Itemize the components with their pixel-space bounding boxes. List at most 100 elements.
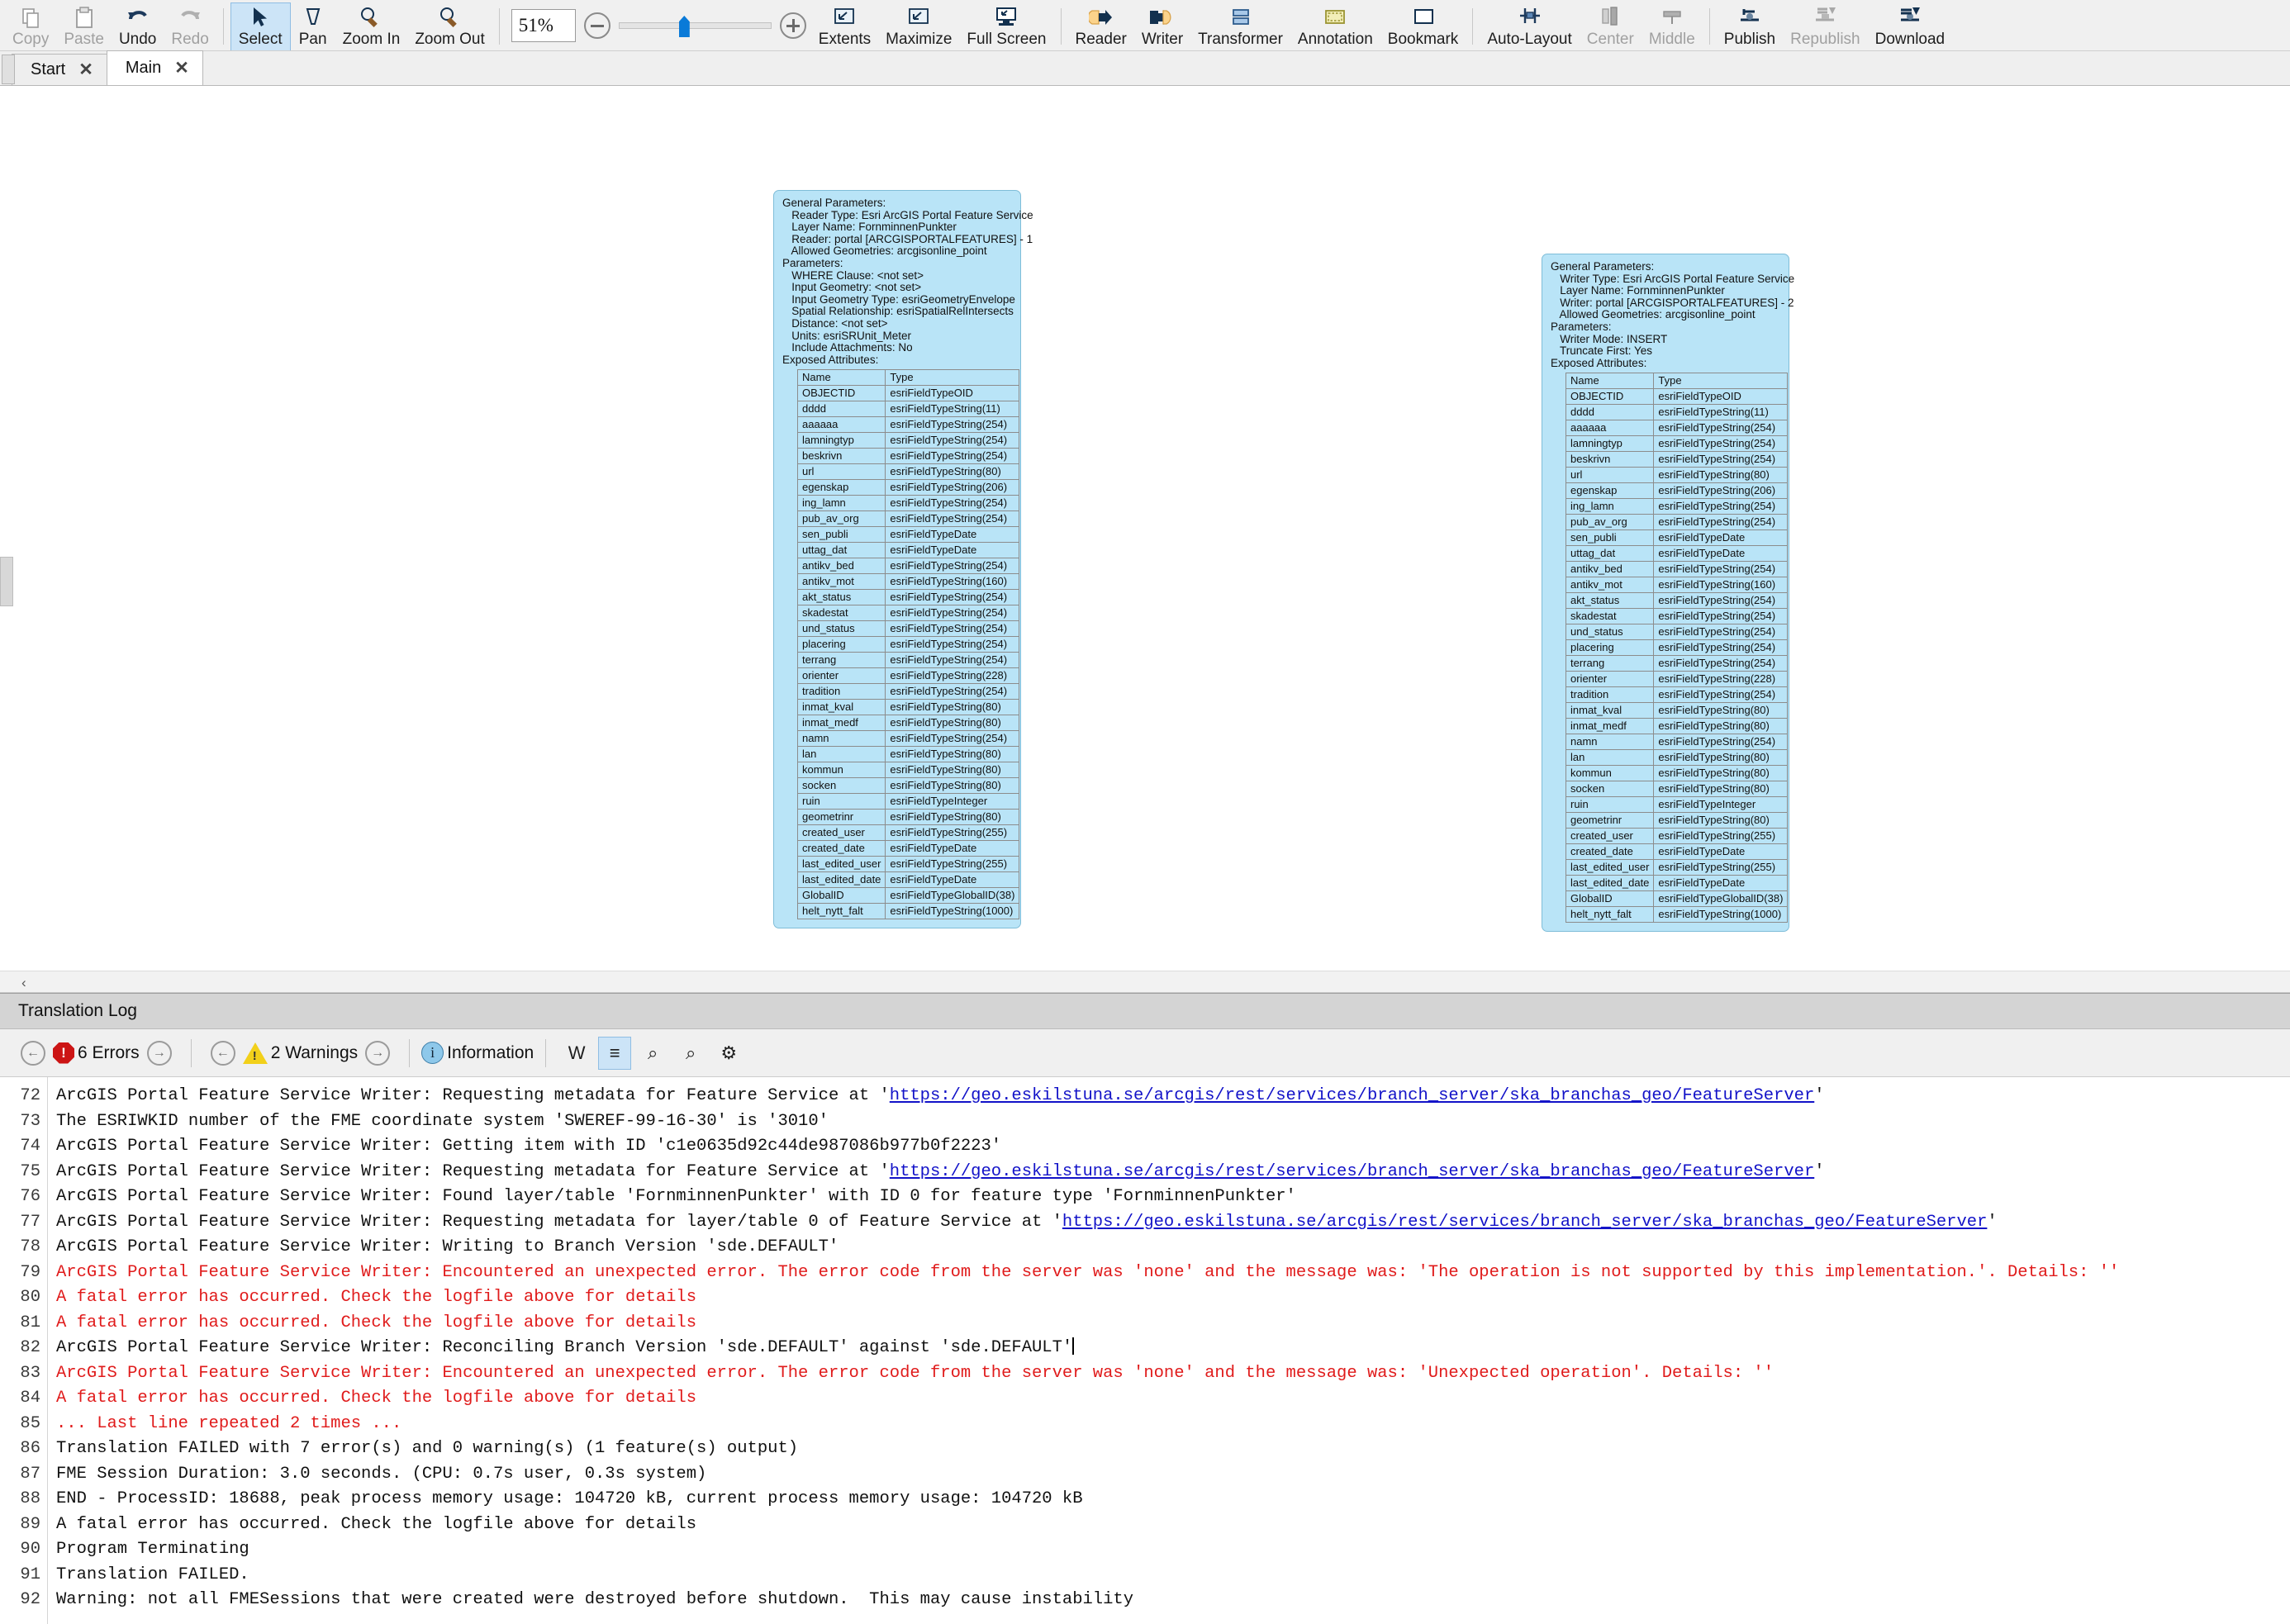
annotation-line: Exposed Attributes: <box>782 353 879 366</box>
attribute-name-cell: antikv_mot <box>796 573 886 591</box>
toolbar-button-bookmark[interactable]: Bookmark <box>1380 2 1466 50</box>
attribute-type-cell: esriFieldTypeString(11) <box>1653 404 1789 421</box>
workspace-tab-main[interactable]: Main ✕ <box>106 50 203 85</box>
attribute-type-cell: esriFieldTypeDate <box>885 840 1020 857</box>
attribute-name-cell: dddd <box>1565 404 1655 421</box>
attribute-row: url esriFieldTypeString(80) <box>796 463 1020 481</box>
next-error-button[interactable]: → <box>146 1040 172 1066</box>
annotation-line: Include Attachments: No <box>782 341 913 354</box>
toolbar-button-reader[interactable]: Reader <box>1068 2 1134 50</box>
log-text: Translation FAILED. <box>56 1565 249 1584</box>
toolbar-button-undo[interactable]: Undo <box>112 2 164 50</box>
toolbar-button-full-screen[interactable]: Full Screen <box>959 2 1053 50</box>
toolbar-button-writer[interactable]: Writer <box>1134 2 1190 50</box>
log-link[interactable]: https://geo.eskilstuna.se/arcgis/rest/se… <box>890 1162 1814 1181</box>
toolbar-insert-group: Reader Writer Transformer Annotation Bookmar… <box>1068 2 1466 50</box>
zoom-slider-thumb[interactable] <box>678 16 690 37</box>
log-text-area[interactable]: 72 73 74 75 76 77 78 79 80 81 82 83 84 85 86 87 88 89 90 91… <box>0 1077 2290 1624</box>
attribute-type-cell: esriFieldTypeString(254) <box>885 620 1020 638</box>
toolbar-button-label: Transformer <box>1198 31 1283 49</box>
copy-icon <box>18 6 43 31</box>
settings-gear-icon[interactable]: ⚙ <box>712 1037 745 1070</box>
attribute-row: und_status esriFieldTypeString(254) <box>796 620 1020 638</box>
toolbar-button-redo[interactable]: Redo <box>164 2 216 50</box>
zoom-slider[interactable] <box>618 16 772 37</box>
scroll-left-arrow-icon[interactable]: ‹ <box>21 975 26 991</box>
toolbar-tool-group: Select Pan Zoom In Zoom Out <box>230 2 492 50</box>
toolbar-button-paste[interactable]: Paste <box>56 2 112 50</box>
tab-close-icon[interactable]: ✕ <box>78 59 93 80</box>
writer-annotation-box[interactable]: General Parameters: Writer Type: Esri Ar… <box>1542 254 1794 933</box>
workspace-canvas[interactable]: General Parameters: Reader Type: Esri Ar… <box>0 86 2290 993</box>
tab-close-icon[interactable]: ✕ <box>174 58 189 78</box>
workspace-tab-start[interactable]: Start ✕ <box>12 54 107 85</box>
attribute-row: uttag_dat esriFieldTypeDate <box>796 542 1020 559</box>
attribute-row: GlobalID esriFieldTypeGlobalID(38) <box>1565 890 1789 908</box>
zoom-level-input[interactable]: 51% <box>511 9 576 42</box>
attribute-name-cell: placering <box>1565 639 1655 657</box>
zoom-plus-icon[interactable] <box>779 12 806 39</box>
log-line: ArcGIS Portal Feature Service Writer: Ge… <box>56 1134 2290 1160</box>
find-icon[interactable]: ⌕ <box>636 1037 669 1070</box>
toolbar-button-label: Bookmark <box>1387 31 1459 49</box>
attribute-row: terrang esriFieldTypeString(254) <box>796 652 1020 669</box>
zoom-minus-icon[interactable] <box>583 12 611 39</box>
attribute-row: namn esriFieldTypeString(254) <box>1565 734 1789 751</box>
log-link[interactable]: https://geo.eskilstuna.se/arcgis/rest/se… <box>1062 1213 1987 1232</box>
line-numbers-icon[interactable]: ≡ <box>598 1036 632 1070</box>
find-next-icon[interactable]: ⌕ <box>674 1037 707 1070</box>
attribute-row: lan esriFieldTypeString(80) <box>1565 749 1789 767</box>
align-middle-icon <box>1660 6 1684 31</box>
attribute-type-cell: esriFieldTypeDate <box>1653 545 1789 563</box>
prev-warning-button[interactable]: ← <box>210 1040 235 1066</box>
toolbar-button-publish[interactable]: Publish <box>1717 2 1783 50</box>
log-line: A fatal error has occurred. Check the lo… <box>56 1386 2290 1412</box>
pan-hand-icon <box>301 6 325 31</box>
log-line-number: 90 <box>20 1540 40 1559</box>
annotation-line: General Parameters: <box>782 197 886 209</box>
attribute-row: beskrivn esriFieldTypeString(254) <box>1565 451 1789 468</box>
attribute-type-cell: esriFieldTypeString(254) <box>1653 639 1789 657</box>
prev-error-button[interactable]: ← <box>21 1040 45 1066</box>
canvas-vertical-scrollbar[interactable] <box>0 557 13 606</box>
toolbar-button-select[interactable]: Select <box>230 2 291 50</box>
toolbar-button-republish[interactable]: Republish <box>1783 2 1868 50</box>
toolbar-button-zoom-in[interactable]: Zoom In <box>335 2 408 50</box>
toolbar-divider <box>222 8 224 45</box>
attribute-row: placering esriFieldTypeString(254) <box>796 636 1020 653</box>
canvas-horizontal-scrollbar[interactable]: ‹ <box>0 971 2290 992</box>
toolbar-button-zoom-out[interactable]: Zoom Out <box>407 2 492 50</box>
toolbar-button-center[interactable]: Center <box>1580 2 1641 50</box>
word-wrap-icon[interactable]: W <box>560 1037 593 1070</box>
attribute-row: akt_status esriFieldTypeString(254) <box>796 589 1020 606</box>
log-lines-container[interactable]: ArcGIS Portal Feature Service Writer: Re… <box>48 1077 2290 1624</box>
log-line: FME Session Duration: 3.0 seconds. (CPU:… <box>56 1462 2290 1488</box>
attribute-name-cell: pub_av_org <box>796 510 886 528</box>
toolbar-button-maximize[interactable]: Maximize <box>878 2 959 50</box>
attribute-row: created_user esriFieldTypeString(255) <box>1565 828 1789 845</box>
toolbar-button-download[interactable]: Download <box>1868 2 1953 50</box>
log-line-number: 80 <box>20 1288 40 1307</box>
reader-annotation-box[interactable]: General Parameters: Reader Type: Esri Ar… <box>773 190 1033 929</box>
bookmark-icon <box>1411 6 1436 31</box>
attribute-name-cell: aaaaaa <box>796 416 886 434</box>
toolbar-button-extents[interactable]: Extents <box>811 2 878 50</box>
attribute-column-header: Name <box>796 369 886 387</box>
toolbar-button-auto-layout[interactable]: Auto-Layout <box>1480 2 1579 50</box>
log-line-number: 77 <box>20 1212 40 1232</box>
toolbar-button-pan[interactable]: Pan <box>291 2 335 50</box>
attribute-row: helt_nytt_falt esriFieldTypeString(1000) <box>1565 906 1789 924</box>
toolbar-button-transformer[interactable]: Transformer <box>1190 2 1290 50</box>
toolbar-button-middle[interactable]: Middle <box>1641 2 1703 50</box>
paste-icon <box>72 6 97 31</box>
next-warning-button[interactable]: → <box>365 1040 391 1066</box>
attribute-type-cell: esriFieldTypeInteger <box>885 793 1020 810</box>
attribute-row: aaaaaa esriFieldTypeString(254) <box>796 416 1020 434</box>
attribute-row: und_status esriFieldTypeString(254) <box>1565 624 1789 641</box>
log-text: A fatal error has occurred. Check the lo… <box>56 1514 697 1534</box>
attribute-row: sen_publi esriFieldTypeDate <box>796 526 1020 544</box>
log-link[interactable]: https://geo.eskilstuna.se/arcgis/rest/se… <box>890 1086 1814 1105</box>
annotation-line: Truncate First: Yes <box>1551 344 1653 358</box>
toolbar-button-copy[interactable]: Copy <box>5 2 56 50</box>
toolbar-button-annotation[interactable]: Annotation <box>1290 2 1380 50</box>
